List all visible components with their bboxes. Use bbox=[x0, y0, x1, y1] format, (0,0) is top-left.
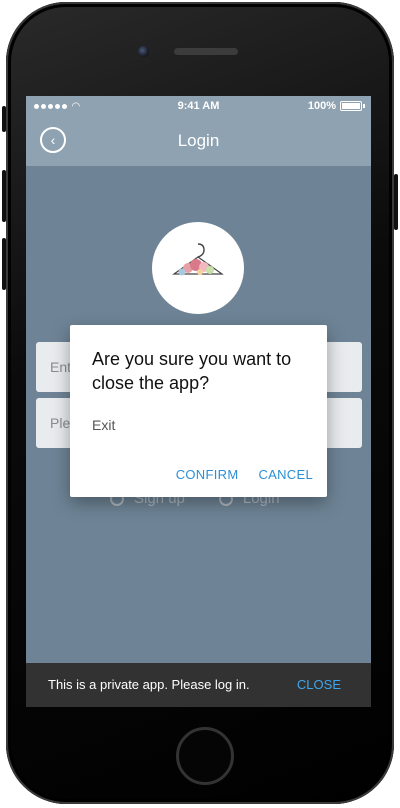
battery-icon bbox=[340, 101, 362, 111]
power-button bbox=[394, 174, 398, 230]
volume-down-button bbox=[2, 238, 6, 290]
confirm-dialog: Are you sure you want to close the app? … bbox=[70, 325, 327, 497]
app-screen: ◠ 9:41 AM 100% ‹ Login Enter your email … bbox=[26, 96, 371, 707]
mute-switch bbox=[2, 106, 6, 132]
cancel-button[interactable]: CANCEL bbox=[258, 467, 313, 482]
battery-percent: 100% bbox=[307, 100, 336, 112]
snackbar: This is a private app. Please log in. CL… bbox=[26, 663, 371, 707]
confirm-button[interactable]: CONFIRM bbox=[176, 467, 239, 482]
page-title: Login bbox=[177, 131, 220, 150]
hanger-logo-icon bbox=[172, 243, 224, 276]
earpiece bbox=[174, 48, 238, 55]
snackbar-close-button[interactable]: CLOSE bbox=[297, 677, 341, 692]
dialog-title: Are you sure you want to close the app? bbox=[92, 349, 292, 393]
home-button[interactable] bbox=[176, 727, 234, 785]
app-logo bbox=[152, 222, 244, 314]
status-bar: ◠ 9:41 AM 100% bbox=[26, 96, 371, 118]
volume-up-button bbox=[2, 170, 6, 222]
dialog-message: Exit bbox=[92, 417, 116, 433]
snackbar-message: This is a private app. Please log in. bbox=[48, 677, 250, 692]
navbar: ‹ Login bbox=[26, 118, 371, 166]
front-camera bbox=[138, 46, 149, 57]
